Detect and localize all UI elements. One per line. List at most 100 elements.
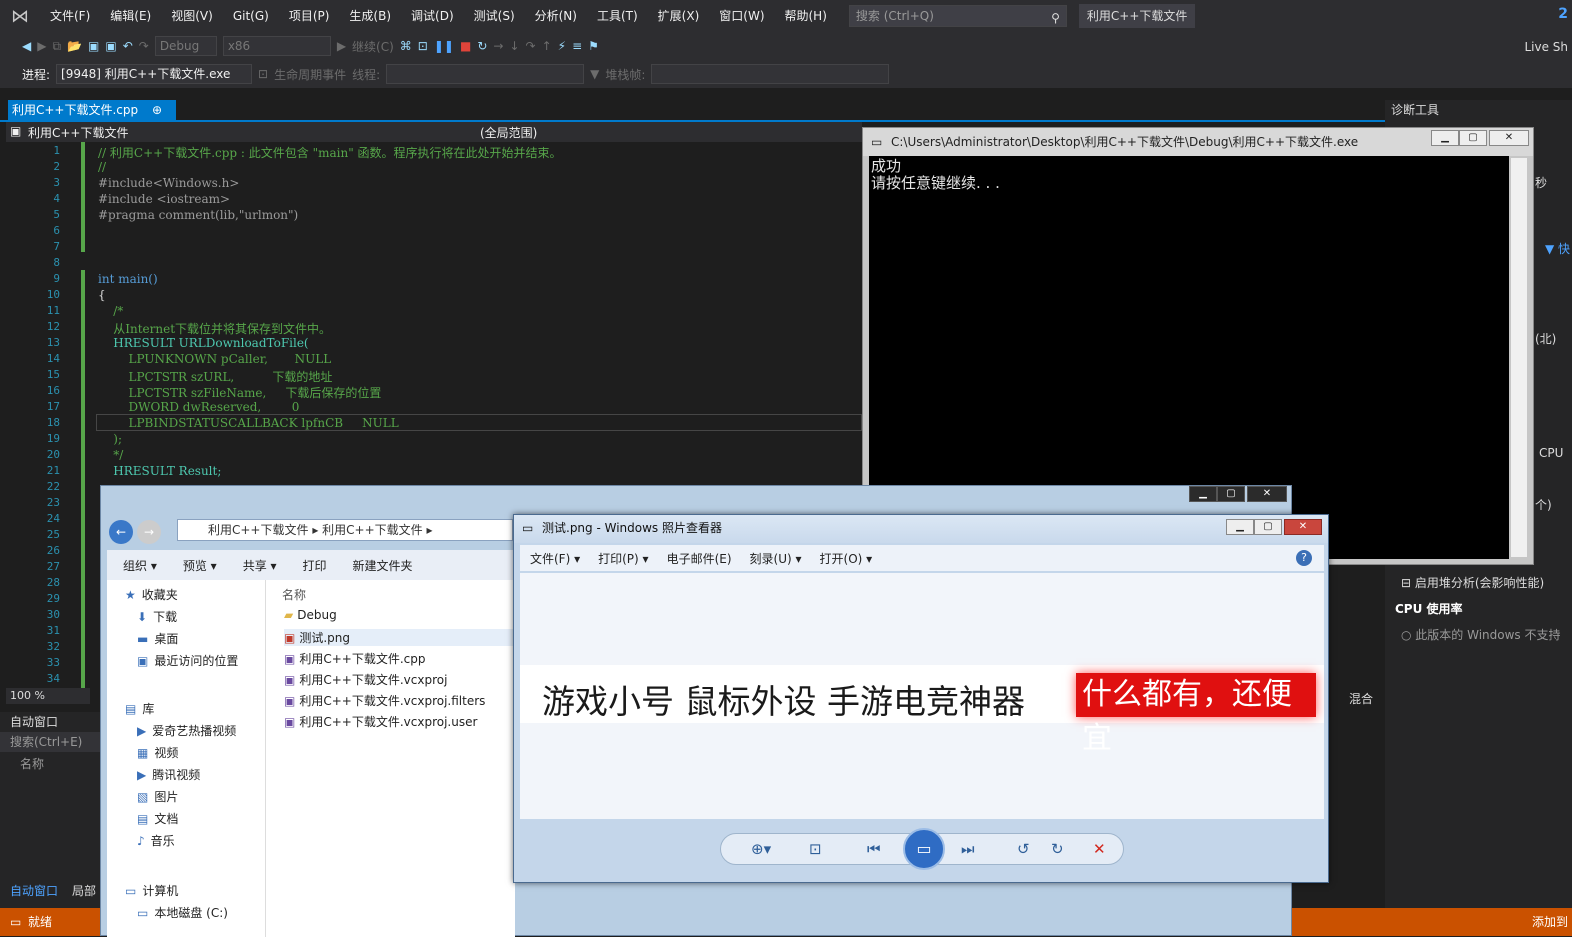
open-icon[interactable]: 📂 <box>67 39 82 53</box>
nav-tree-item[interactable]: ▦ 视频 <box>137 744 178 761</box>
live-share-button[interactable]: Live Sh <box>1524 40 1568 54</box>
nav-tree-item[interactable]: ▤ 文档 <box>137 810 178 827</box>
vs-search-input[interactable]: 搜索 (Ctrl+Q) ⚲ <box>848 5 1067 27</box>
code-line[interactable]: LPCTSTR szURL, 下载的地址 <box>98 368 333 385</box>
code-line[interactable]: DWORD dwReserved, 0 <box>98 400 300 414</box>
tab-locals[interactable]: 局部 <box>72 882 96 899</box>
menu-item[interactable]: 项目(P) <box>279 0 340 32</box>
forward-icon[interactable]: ▶ <box>37 39 46 53</box>
photo-titlebar[interactable]: ▭ 测试.png - Windows 照片查看器 ▁ ▢ ✕ <box>514 515 1328 543</box>
nav-tree-item[interactable]: ▶ 腾讯视频 <box>137 766 200 783</box>
menu-item[interactable]: 扩展(X) <box>648 0 710 32</box>
new-folder-button[interactable]: 新建文件夹 <box>353 557 413 574</box>
lifecycle-icon[interactable]: ⊡ <box>258 67 268 81</box>
code-line[interactable]: */ <box>98 448 123 462</box>
hot-reload-icon[interactable]: ⚡ <box>558 39 566 53</box>
menu-email[interactable]: 电子邮件(E) <box>667 550 732 567</box>
continue-button[interactable]: 继续(C) <box>352 38 394 55</box>
rotate-right-icon[interactable]: ↻ <box>1051 840 1064 858</box>
menu-item[interactable]: 分析(N) <box>525 0 587 32</box>
breadcrumb[interactable]: 利用C++下载文件 ▸ 利用C++下载文件 ▸ <box>177 519 513 541</box>
screenshot-icon[interactable]: ⊡ <box>418 39 428 53</box>
visual-studio-logo-icon[interactable]: ⋈ <box>0 0 40 32</box>
nav-tree-item[interactable]: ▶ 爱奇艺热播视频 <box>137 722 236 739</box>
file-item[interactable]: ▣ 利用C++下载文件.vcxproj.filters <box>284 692 485 709</box>
close-button[interactable]: ✕ <box>1489 130 1529 146</box>
console-titlebar[interactable]: ▭ C:\Users\Administrator\Desktop\利用C++下载… <box>863 128 1533 156</box>
stackframe-select[interactable] <box>651 64 890 84</box>
code-line[interactable]: { <box>98 288 106 302</box>
code-line[interactable]: LPUNKNOWN pCaller, NULL <box>98 352 332 366</box>
notification-badge[interactable]: 2 <box>1558 6 1568 22</box>
code-line[interactable]: /* <box>98 304 123 318</box>
share-button[interactable]: 共享 ▾ <box>243 557 277 574</box>
maximize-button[interactable]: ▢ <box>1217 486 1245 502</box>
minimize-button[interactable]: ▁ <box>1431 130 1459 146</box>
tab-autos[interactable]: 自动窗口 <box>10 882 58 899</box>
zoom-select[interactable]: 100 % <box>6 688 90 704</box>
next-icon[interactable]: ⏭ <box>961 840 975 858</box>
redo-icon[interactable]: ↷ <box>139 39 149 53</box>
save-icon[interactable]: ▣ <box>88 39 99 53</box>
preview-button[interactable]: 预览 ▾ <box>183 557 217 574</box>
menu-item[interactable]: 工具(T) <box>587 0 648 32</box>
code-line[interactable]: #include<Windows.h> <box>98 176 239 190</box>
menu-item[interactable]: 编辑(E) <box>100 0 161 32</box>
stop-icon[interactable]: ■ <box>460 39 471 53</box>
menu-item[interactable]: 调试(D) <box>401 0 464 32</box>
attach-icon[interactable]: ⌘ <box>400 39 412 53</box>
menu-item[interactable]: 文件(F) <box>40 0 100 32</box>
new-project-icon[interactable]: ⧉ <box>52 39 61 54</box>
nav-tree-item[interactable]: ▭ 计算机 <box>125 882 178 899</box>
config-select[interactable]: Debug <box>154 36 217 56</box>
menu-item[interactable]: 测试(S) <box>464 0 525 32</box>
rotate-left-icon[interactable]: ↺ <box>1017 840 1030 858</box>
slideshow-icon[interactable]: ▭ <box>903 828 945 870</box>
minimize-button[interactable]: ▁ <box>1189 486 1217 502</box>
forward-icon[interactable]: → <box>137 520 161 544</box>
image-canvas[interactable]: 游戏小号 鼠标外设 手游电竞神器 什么都有，还便宜 <box>520 573 1324 819</box>
code-line[interactable]: // 利用C++下载文件.cpp : 此文件包含 "main" 函数。程序执行将… <box>98 144 562 161</box>
scope-select[interactable]: (全局范围) <box>480 124 537 141</box>
photo-viewer-window[interactable]: ▭ 测试.png - Windows 照片查看器 ▁ ▢ ✕ 文件(F) ▾ 打… <box>513 514 1329 883</box>
code-line[interactable]: int main() <box>98 272 158 286</box>
menu-print[interactable]: 打印(P) ▾ <box>598 550 648 567</box>
restart-icon[interactable]: ↻ <box>477 39 487 53</box>
save-all-icon[interactable]: ▣ <box>105 39 116 53</box>
step-over-icon[interactable]: → <box>493 39 503 53</box>
code-line[interactable]: #include <iostream> <box>98 192 230 206</box>
comment-icon[interactable]: ≡ <box>572 39 582 53</box>
code-line[interactable]: // <box>98 160 106 174</box>
breadcrumb-item[interactable]: 利用C++下载文件 <box>322 523 423 537</box>
menu-item[interactable]: 帮助(H) <box>775 0 837 32</box>
nav-tree-item[interactable]: ▤ 库 <box>125 700 154 717</box>
step-back-icon[interactable]: ↷ <box>526 39 536 53</box>
code-line[interactable]: HRESULT URLDownloadToFile( <box>98 336 308 350</box>
diag-quick[interactable]: ▼ 快 <box>1545 240 1570 257</box>
menu-file[interactable]: 文件(F) ▾ <box>530 550 580 567</box>
menu-burn[interactable]: 刻录(U) ▾ <box>750 550 802 567</box>
continue-icon[interactable]: ▶ <box>337 39 346 53</box>
back-icon[interactable]: ← <box>109 520 133 544</box>
tab-main-cpp[interactable]: 利用C++下载文件.cpp ⊕ × <box>8 100 176 137</box>
console-scrollbar[interactable] <box>1511 158 1527 557</box>
close-button[interactable]: ✕ <box>1247 486 1287 502</box>
nav-tree-item[interactable]: ▬ 桌面 <box>137 630 178 647</box>
file-item[interactable]: ▣ 测试.png <box>284 629 516 646</box>
step-into-icon[interactable]: ↓ <box>509 39 519 53</box>
file-item[interactable]: ▣ 利用C++下载文件.vcxproj <box>284 671 447 688</box>
heap-analysis-checkbox[interactable]: ⊟ 启用堆分析(会影响性能) <box>1401 574 1544 591</box>
lifecycle-events-button[interactable]: 生命周期事件 <box>274 66 346 83</box>
nav-tree-item[interactable]: ⬇ 下载 <box>137 608 177 625</box>
menu-open[interactable]: 打开(O) ▾ <box>820 550 873 567</box>
file-item[interactable]: ▣ 利用C++下载文件.cpp <box>284 650 425 667</box>
nav-tree-item[interactable]: ▧ 图片 <box>137 788 178 805</box>
filter-icon[interactable]: ▼ <box>590 67 599 81</box>
menu-item[interactable]: 视图(V) <box>161 0 223 32</box>
pin-icon[interactable]: ⊕ <box>152 103 162 117</box>
print-button[interactable]: 打印 <box>303 557 327 574</box>
bookmark-icon[interactable]: ⚑ <box>588 39 599 53</box>
thread-select[interactable] <box>386 64 585 84</box>
code-line[interactable]: LPCTSTR szFileName, 下载后保存的位置 <box>98 384 382 401</box>
code-line[interactable]: LPBINDSTATUSCALLBACK lpfnCB NULL <box>98 416 399 430</box>
